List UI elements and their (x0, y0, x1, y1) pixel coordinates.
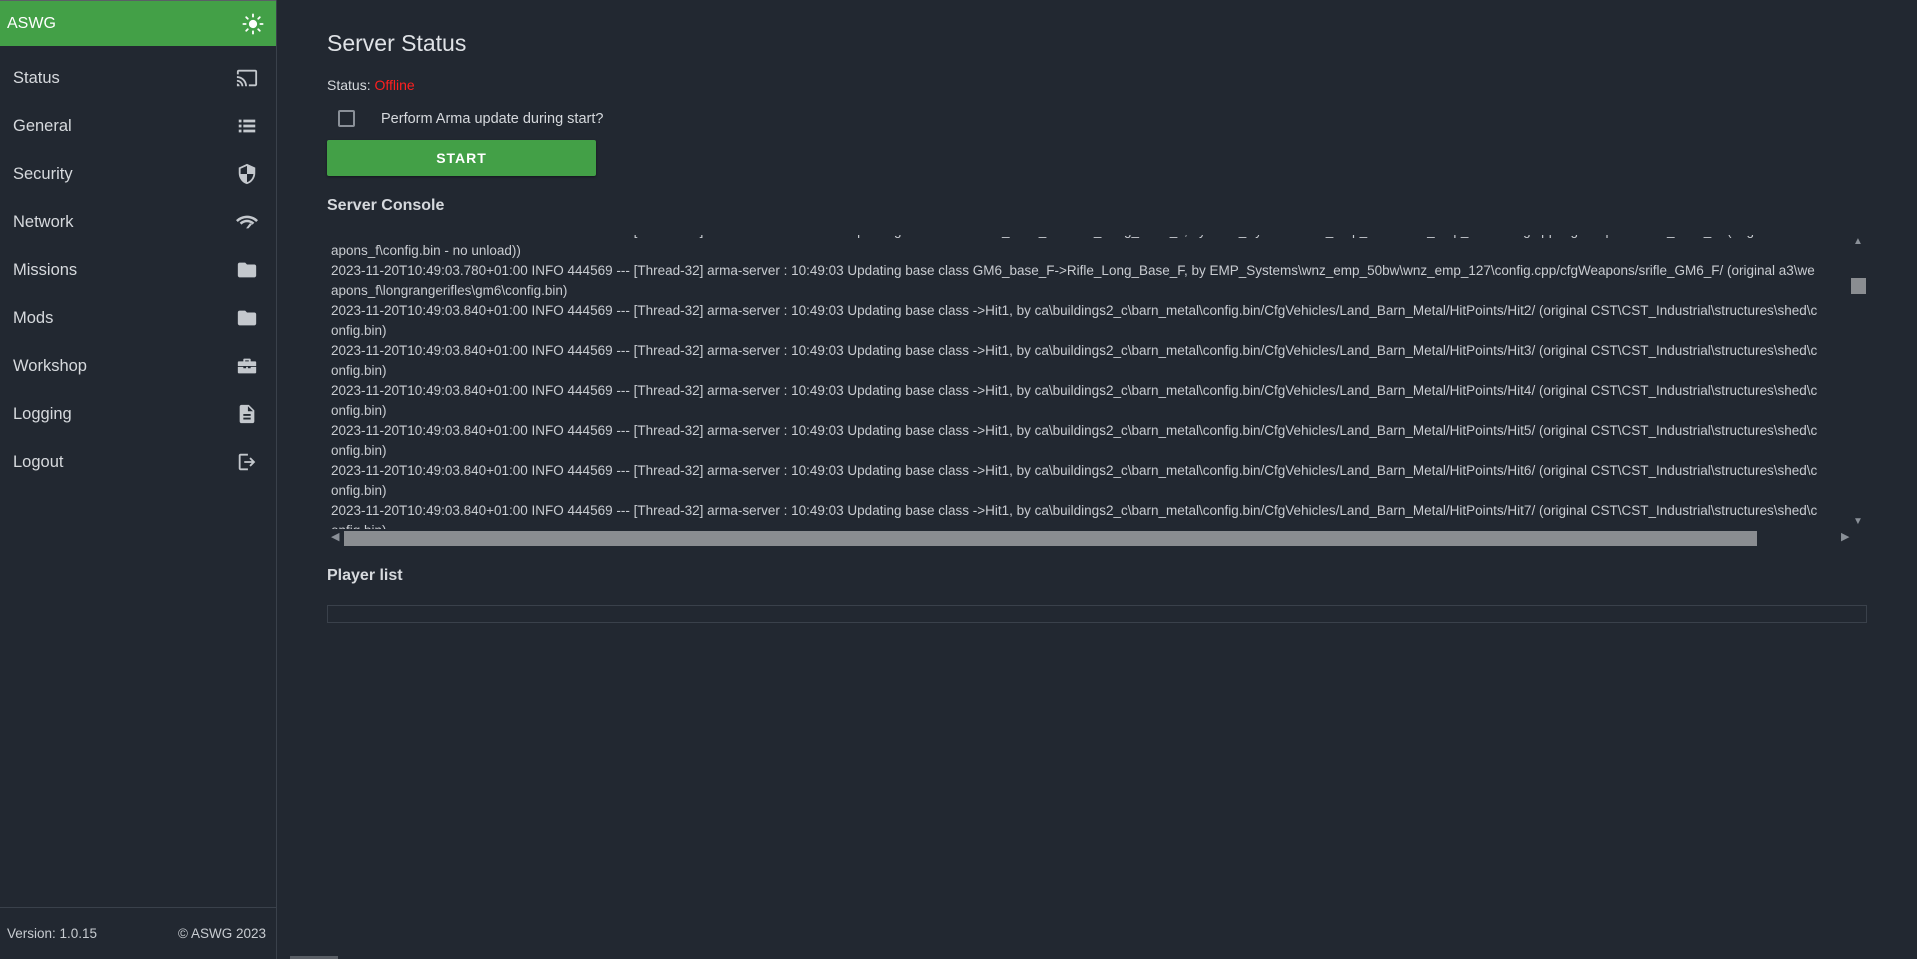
document-icon (235, 402, 259, 426)
sidebar-item-label: Missions (13, 260, 78, 279)
update-option-row: Perform Arma update during start? (338, 110, 603, 127)
folder-icon (235, 306, 259, 330)
log-line: 2023-11-20T10:49:03.840+01:00 INFO 44456… (331, 303, 1818, 338)
logout-icon (235, 450, 259, 474)
sidebar-item-label: Workshop (13, 356, 87, 375)
wifi-icon (235, 210, 259, 234)
sidebar-item-status[interactable]: Status (0, 54, 276, 102)
server-console[interactable]: 2023-11-20T10:49:03.780+01:00 INFO 44456… (327, 235, 1876, 546)
scroll-up-arrow-icon[interactable]: ▲ (1853, 237, 1863, 247)
log-line: 2023-11-20T10:49:03.780+01:00 INFO 44456… (331, 263, 1815, 298)
folder-icon (235, 258, 259, 282)
sidebar-item-mods[interactable]: Mods (0, 294, 276, 342)
server-status-line: Status: Offline (327, 77, 415, 93)
scroll-right-arrow-icon[interactable]: ▶ (1841, 532, 1851, 543)
brand-title: ASWG (7, 14, 56, 32)
horizontal-scroll-thumb[interactable] (344, 531, 1757, 546)
sidebar-item-workshop[interactable]: Workshop (0, 342, 276, 390)
version-text: Version: 1.0.15 (7, 926, 98, 941)
toolbox-icon (235, 354, 259, 378)
console-title: Server Console (327, 197, 445, 214)
theme-toggle-button[interactable] (240, 11, 266, 37)
shield-icon (235, 162, 259, 186)
update-checkbox-label[interactable]: Perform Arma update during start? (381, 111, 603, 127)
log-line: 2023-11-20T10:49:03.840+01:00 INFO 44456… (331, 343, 1818, 378)
sidebar-item-security[interactable]: Security (0, 150, 276, 198)
sidebar-item-logout[interactable]: Logout (0, 438, 276, 486)
sidebar-item-label: Mods (13, 308, 54, 327)
log-line: 2023-11-20T10:49:03.840+01:00 INFO 44456… (331, 463, 1818, 498)
sidebar-item-logging[interactable]: Logging (0, 390, 276, 438)
sidebar-item-label: General (13, 116, 72, 135)
list-icon (235, 114, 259, 138)
page-title: Server Status (327, 30, 467, 56)
sidebar-item-missions[interactable]: Missions (0, 246, 276, 294)
status-badge: Offline (374, 77, 415, 93)
player-list (327, 605, 1867, 623)
sidebar-footer: Version: 1.0.15 © ASWG 2023 (0, 907, 276, 959)
update-checkbox[interactable] (338, 110, 355, 127)
log-line: 2023-11-20T10:49:03.840+01:00 INFO 44456… (331, 503, 1818, 529)
sidebar-item-label: Logout (13, 452, 64, 471)
sun-icon (242, 12, 264, 35)
sidebar-item-general[interactable]: General (0, 102, 276, 150)
copyright-text: © ASWG 2023 (178, 926, 266, 941)
scroll-down-arrow-icon[interactable]: ▼ (1853, 517, 1863, 527)
sidebar-item-network[interactable]: Network (0, 198, 276, 246)
console-log: 2023-11-20T10:49:03.780+01:00 INFO 44456… (331, 235, 1821, 529)
sidebar-item-label: Logging (13, 404, 72, 423)
log-line: 2023-11-20T10:49:03.780+01:00 INFO 44456… (331, 235, 1815, 258)
sidebar-item-label: Security (13, 164, 73, 183)
console-vertical-scrollbar[interactable]: ▲ ▼ (1850, 235, 1866, 529)
status-label: Status: (327, 77, 375, 93)
player-list-title: Player list (327, 567, 403, 584)
start-button[interactable]: START (327, 140, 596, 176)
log-line: 2023-11-20T10:49:03.840+01:00 INFO 44456… (331, 423, 1818, 458)
console-horizontal-scrollbar[interactable]: ◀ ▶ (327, 529, 1861, 546)
scroll-left-arrow-icon[interactable]: ◀ (331, 532, 341, 543)
sidebar-header: ASWG (0, 0, 276, 46)
log-line: 2023-11-20T10:49:03.840+01:00 INFO 44456… (331, 383, 1818, 418)
sidebar-item-label: Status (13, 68, 60, 87)
vertical-scroll-thumb[interactable] (1851, 278, 1866, 294)
sidebar: ASWG Status General Security Network Mis… (0, 0, 277, 959)
sidebar-item-label: Network (13, 212, 74, 231)
sidebar-nav: Status General Security Network Missions (0, 54, 276, 486)
console-viewport: 2023-11-20T10:49:03.780+01:00 INFO 44456… (331, 235, 1821, 529)
cast-icon (235, 66, 259, 90)
